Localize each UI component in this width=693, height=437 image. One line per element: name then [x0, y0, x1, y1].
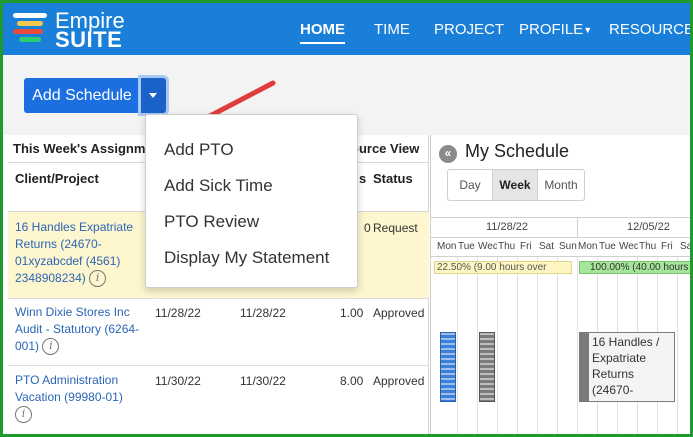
nav-item-project[interactable]: PROJECT: [434, 21, 504, 38]
day-label: Sat: [539, 241, 555, 252]
week-utilization-bar[interactable]: 100.00% (40.00 hours: [579, 261, 690, 274]
grid-line: [557, 257, 558, 434]
client-project-cell[interactable]: PTO Administration Vacation (99980-01) i: [15, 372, 145, 424]
top-nav-bar: Empire SUITE HOME TIME PROJECT PROFILE▼ …: [3, 3, 690, 55]
assignments-title: This Week's Assignm: [13, 141, 146, 156]
schedule-block-line: Expatriate: [592, 351, 647, 365]
start-date-cell: 11/28/22: [155, 306, 201, 320]
column-header-status[interactable]: Status: [373, 171, 413, 186]
day-label: Thu: [639, 241, 657, 252]
schedule-title: My Schedule: [465, 141, 570, 161]
nav-item-resource[interactable]: RESOURCE: [609, 21, 690, 38]
client-line: Returns (24670-: [15, 237, 102, 251]
day-label: Mon: [578, 241, 598, 252]
hours-cell: 1.00: [340, 306, 364, 320]
nav-item-profile-label: PROFILE: [519, 21, 584, 38]
grid-line: [497, 257, 498, 434]
client-project-cell[interactable]: Winn Dixie Stores Inc Audit - Statutory …: [15, 304, 145, 356]
menu-item-display-my-statement[interactable]: Display My Statement: [164, 248, 329, 268]
day-label: Tue: [458, 241, 475, 252]
client-project-cell[interactable]: 16 Handles Expatriate Returns (24670- 01…: [15, 219, 145, 288]
info-icon[interactable]: i: [15, 406, 32, 424]
column-header-hours[interactable]: s: [359, 171, 366, 186]
schedule-block-detail[interactable]: 16 Handles / Expatriate Returns (24670-: [579, 332, 675, 402]
client-line: Vacation (99980-01): [15, 390, 123, 404]
client-line-text: 2348908234): [15, 271, 86, 285]
day-label: Sun: [559, 241, 577, 252]
schedule-block[interactable]: [440, 332, 456, 402]
table-row[interactable]: PTO Administration Vacation (99980-01) i…: [8, 366, 429, 434]
menu-item-add-sick-time[interactable]: Add Sick Time: [164, 176, 273, 196]
week-utilization-bar[interactable]: 22.50% (9.00 hours over: [434, 261, 572, 274]
info-icon[interactable]: i: [89, 270, 107, 288]
schedule-block-line: 16 Handles /: [592, 335, 660, 349]
client-line: 001) i: [15, 338, 145, 356]
client-line-text: 001): [15, 339, 40, 353]
hours-cell: 0: [364, 221, 371, 235]
my-schedule-panel: « My Schedule Day Week Month 11/28/22 12…: [430, 135, 693, 434]
week-label: 11/28/22: [486, 221, 529, 233]
client-line: 2348908234) i: [15, 270, 145, 288]
nav-item-home[interactable]: HOME: [300, 21, 345, 44]
day-label: Fri: [661, 241, 673, 252]
nav-item-time[interactable]: TIME: [374, 21, 410, 38]
nav-item-profile[interactable]: PROFILE▼: [519, 21, 592, 38]
grid-line: [517, 257, 518, 434]
client-line: 16 Handles Expatriate: [15, 220, 134, 234]
app-window: Empire SUITE HOME TIME PROJECT PROFILE▼ …: [0, 0, 693, 437]
schedule-block-line: Returns: [592, 367, 635, 381]
table-row[interactable]: Winn Dixie Stores Inc Audit - Statutory …: [8, 299, 429, 365]
view-switcher: Day Week Month: [447, 169, 585, 201]
status-cell: Approved: [373, 306, 425, 320]
divider: [431, 217, 690, 218]
info-icon[interactable]: i: [42, 338, 60, 356]
day-label: Thu: [498, 241, 516, 252]
divider: [577, 217, 578, 237]
client-line: PTO Administration: [15, 373, 119, 387]
start-date-cell: 11/30/22: [155, 374, 201, 388]
schedule-block-line: (24670-: [592, 383, 634, 397]
days-header: Mon Tue Wed Thu Fri Sat Sun Mon Tue Wed …: [431, 237, 693, 257]
add-schedule-button[interactable]: Add Schedule: [24, 78, 140, 113]
day-label: Wed: [478, 241, 497, 252]
hours-cell: 8.00: [340, 374, 364, 388]
schedule-block[interactable]: [479, 332, 495, 402]
day-label: Fri: [520, 241, 532, 252]
add-schedule-dropdown-menu: Add PTO Add Sick Time PTO Review Display…: [145, 114, 358, 288]
resource-view-link[interactable]: ource View: [351, 141, 419, 156]
grid-line: [477, 257, 478, 434]
day-label: Wed: [619, 241, 638, 252]
client-line: 01xyzabcdef (4561): [15, 254, 121, 268]
grid-line: [677, 257, 678, 434]
add-schedule-dropdown-toggle[interactable]: [141, 78, 166, 113]
grid-line: [457, 257, 458, 434]
client-line: i: [15, 406, 145, 424]
menu-item-pto-review[interactable]: PTO Review: [164, 212, 259, 232]
week-label: 12/05/22: [627, 221, 670, 233]
client-line: Audit - Statutory (6264-: [15, 322, 140, 336]
day-label: Mon: [437, 241, 457, 252]
caret-down-icon: ▼: [583, 25, 593, 36]
client-line: Winn Dixie Stores Inc: [15, 305, 130, 319]
view-day-button[interactable]: Day: [448, 170, 492, 200]
day-label: Sat: [680, 241, 693, 252]
column-header-client[interactable]: Client/Project: [15, 171, 99, 186]
main-nav: HOME TIME PROJECT PROFILE▼ RESOURCE: [3, 21, 690, 51]
end-date-cell: 11/28/22: [240, 306, 286, 320]
end-date-cell: 11/30/22: [240, 374, 286, 388]
grid-line: [577, 257, 578, 434]
double-chevron-left-icon[interactable]: «: [439, 145, 457, 163]
day-label: Tue: [599, 241, 616, 252]
menu-item-add-pto[interactable]: Add PTO: [164, 140, 234, 160]
grid-line: [537, 257, 538, 434]
status-cell: Approved: [373, 374, 425, 388]
view-month-button[interactable]: Month: [538, 170, 584, 200]
view-week-button[interactable]: Week: [492, 170, 538, 200]
status-cell: Request: [373, 221, 418, 235]
